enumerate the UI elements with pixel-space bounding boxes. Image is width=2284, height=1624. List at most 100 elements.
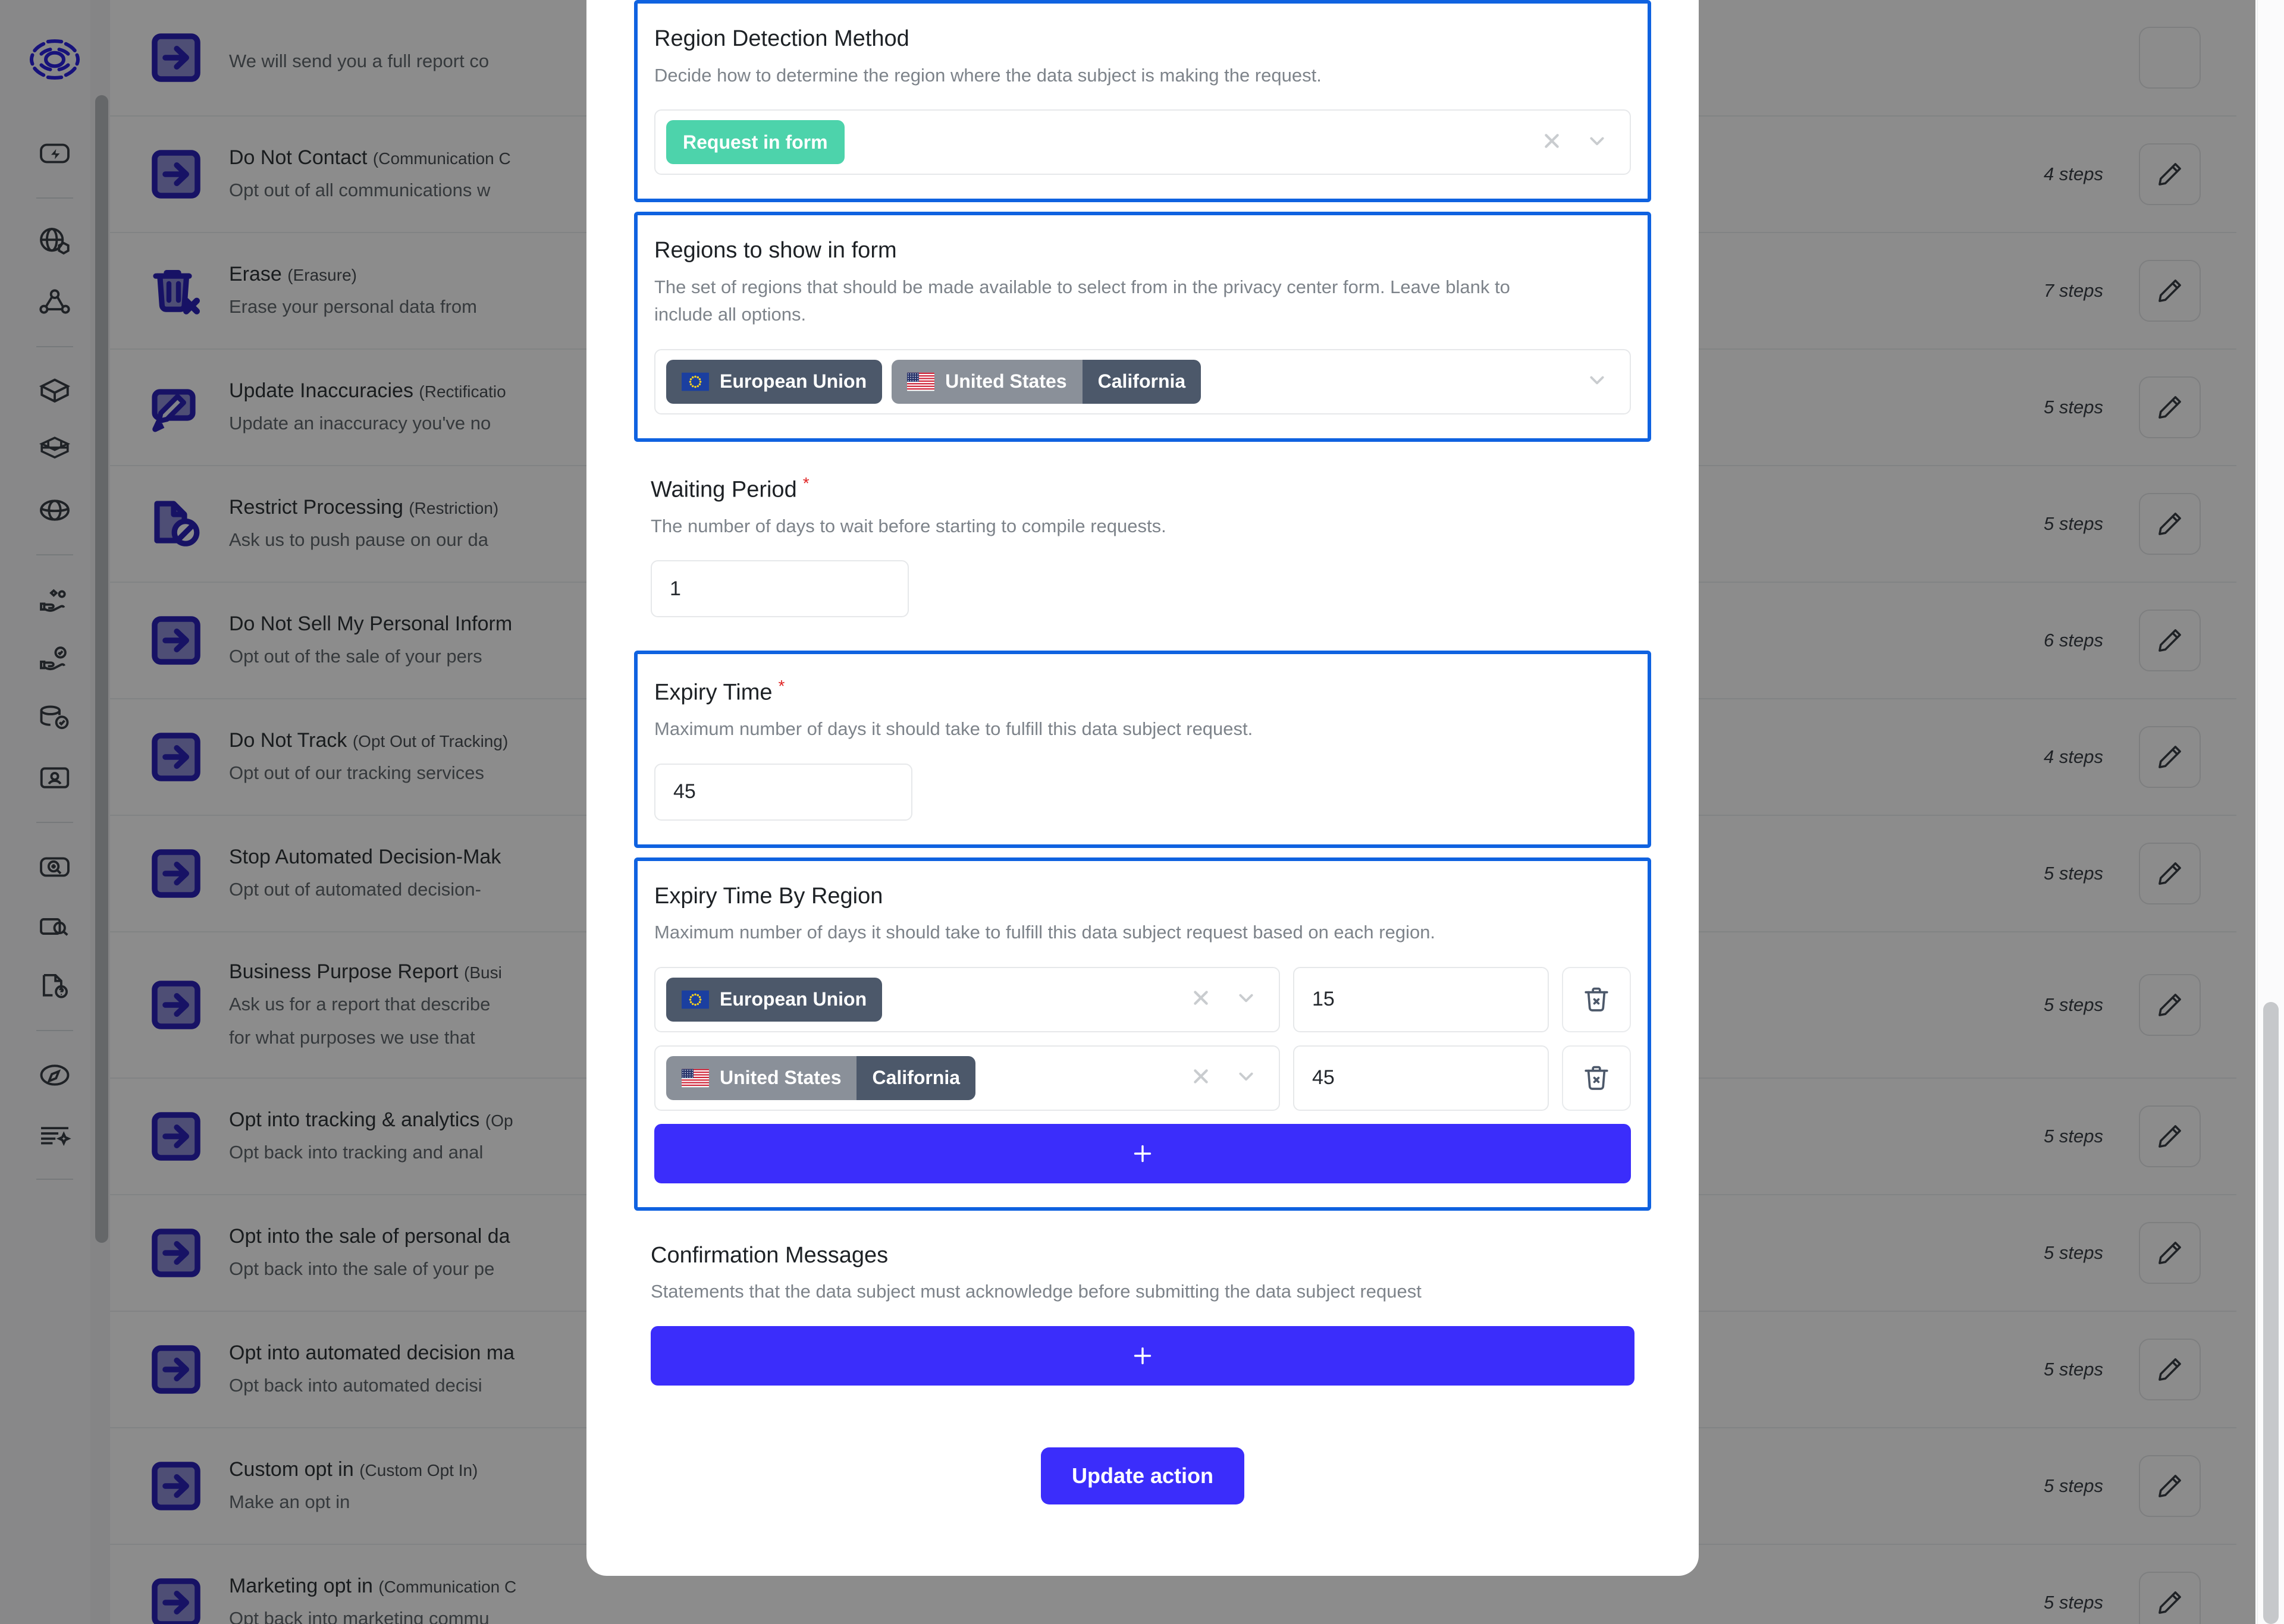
globe-box-icon[interactable]: [27, 213, 82, 272]
region-tag[interactable]: European Union: [666, 359, 883, 404]
document-question-icon[interactable]: [27, 956, 82, 1016]
edit-pencil-icon: [2158, 1242, 2181, 1264]
region-tag-secondary: California: [1082, 359, 1201, 404]
edit-action-button[interactable]: [2139, 1572, 2201, 1624]
magnify-plus-icon[interactable]: [27, 837, 82, 897]
action-title-text: Restrict Processing: [229, 495, 403, 519]
id-card-icon[interactable]: [27, 748, 82, 808]
edit-action-button[interactable]: [2139, 376, 2201, 438]
action-steps-count: 5 steps: [2044, 1592, 2103, 1613]
add-expiry-region-button[interactable]: [654, 1123, 1631, 1183]
chevron-down-icon[interactable]: [1234, 1064, 1259, 1092]
action-steps-count: 5 steps: [2044, 994, 2103, 1015]
chevron-down-icon[interactable]: [1585, 367, 1610, 395]
expiry-region-days-input[interactable]: 15: [1293, 966, 1549, 1032]
expiry-time-help: Maximum number of days it should take to…: [654, 718, 1253, 740]
network-nodes-icon[interactable]: [27, 272, 82, 332]
region-tag-primary: European Union: [666, 359, 883, 404]
region-tag[interactable]: United States California: [666, 1056, 976, 1100]
database-check-icon[interactable]: [27, 689, 82, 748]
expiry-region-days-input[interactable]: 45: [1293, 1045, 1549, 1111]
us-flag-icon: [907, 372, 935, 391]
delete-expiry-region-button[interactable]: [1562, 966, 1631, 1032]
layers-icon[interactable]: [27, 421, 82, 480]
document-block-icon: [154, 501, 200, 546]
import-arrow-icon: [152, 1462, 200, 1510]
expiry-region-select[interactable]: European Union: [654, 966, 1280, 1032]
action-title-text: Update Inaccuracies: [229, 379, 413, 402]
edit-pencil-icon: [2158, 396, 2181, 419]
action-type-label: (Communication C: [372, 149, 511, 168]
action-icon: [131, 976, 221, 1034]
action-icon: [131, 379, 221, 436]
action-icon: [131, 29, 221, 86]
card-search-icon[interactable]: [27, 897, 82, 956]
region-detection-select[interactable]: Request in form: [654, 109, 1631, 175]
region-detection-value-tag[interactable]: Request in form: [666, 120, 845, 164]
waiting-period-input[interactable]: 1: [651, 560, 909, 618]
action-icon: [131, 845, 221, 902]
edit-action-button[interactable]: [2139, 974, 2201, 1036]
delete-expiry-region-button[interactable]: [1562, 1045, 1631, 1111]
edit-action-button[interactable]: [2139, 1455, 2201, 1517]
expiry-region-select[interactable]: United States California: [654, 1045, 1280, 1111]
import-arrow-icon: [152, 981, 200, 1029]
hand-check-icon[interactable]: [27, 629, 82, 689]
expiry-time-label: Expiry Time *: [654, 676, 1631, 707]
action-title-text: Marketing opt in: [229, 1574, 373, 1597]
action-title: Marketing opt in (Communication C: [229, 1573, 1943, 1599]
edit-action-button[interactable]: [2139, 843, 2201, 904]
action-type-label: (Rectificatio: [419, 382, 506, 401]
edit-action-modal: Region Detection Method Decide how to de…: [586, 0, 1699, 1576]
action-steps-count: 4 steps: [2044, 164, 2103, 184]
chevron-down-icon[interactable]: [1585, 128, 1610, 156]
edit-action-button[interactable]: [2139, 27, 2201, 89]
regions-to-show-select[interactable]: European Union United States California: [654, 348, 1631, 414]
action-title-text: Stop Automated Decision-Mak: [229, 845, 501, 868]
import-arrow-icon: [152, 849, 200, 898]
region-detection-method-section: Region Detection Method Decide how to de…: [634, 0, 1651, 202]
region-tag-primary: United States: [666, 1056, 857, 1100]
hand-data-icon[interactable]: [27, 570, 82, 629]
sidebar-divider: [36, 1030, 73, 1031]
lightning-bolt-icon[interactable]: [27, 124, 82, 183]
action-type-label: (Busi: [464, 963, 502, 982]
edit-pencil-icon: [2158, 513, 2181, 535]
page-scrollbar-thumb[interactable]: [2263, 1002, 2279, 1624]
plus-icon: [1134, 1145, 1152, 1162]
compass-icon[interactable]: [27, 1045, 82, 1105]
edit-action-button[interactable]: [2139, 1222, 2201, 1284]
edit-action-button[interactable]: [2139, 493, 2201, 555]
add-confirmation-message-button[interactable]: [651, 1325, 1634, 1386]
edit-pencil-icon: [2158, 629, 2181, 652]
logo-rings-icon[interactable]: [19, 24, 90, 95]
edit-action-button[interactable]: [2139, 610, 2201, 671]
sidebar-divider: [36, 346, 73, 347]
region-tag[interactable]: European Union: [666, 977, 883, 1022]
edit-action-button[interactable]: [2139, 726, 2201, 788]
action-icon: [131, 262, 221, 319]
region-tag[interactable]: United States California: [892, 359, 1201, 404]
cube-icon[interactable]: [27, 362, 82, 421]
expiry-time-input[interactable]: 45: [654, 763, 912, 821]
chevron-down-icon[interactable]: [1234, 985, 1259, 1013]
globe-icon[interactable]: [27, 480, 82, 540]
list-sparkle-icon[interactable]: [27, 1105, 82, 1164]
region-tag-primary: European Union: [666, 977, 883, 1022]
clear-x-icon[interactable]: [1188, 985, 1213, 1013]
action-title-text: Erase: [229, 262, 282, 285]
clear-x-icon[interactable]: [1188, 1064, 1213, 1092]
action-title-text: Do Not Track: [229, 728, 347, 752]
list-scrollbar-thumb[interactable]: [95, 95, 108, 1243]
edit-action-button[interactable]: [2139, 143, 2201, 205]
action-steps-count: 5 steps: [2044, 1242, 2103, 1263]
edit-action-button[interactable]: [2139, 1105, 2201, 1167]
action-type-label: (Op: [485, 1111, 513, 1130]
clear-x-icon[interactable]: [1539, 128, 1564, 156]
edit-action-button[interactable]: [2139, 1339, 2201, 1400]
action-icon: [131, 1574, 221, 1624]
update-action-button[interactable]: Update action: [1040, 1447, 1245, 1504]
trash-x-icon: [1585, 987, 1608, 1012]
import-arrow-icon: [152, 1578, 200, 1624]
edit-action-button[interactable]: [2139, 260, 2201, 322]
